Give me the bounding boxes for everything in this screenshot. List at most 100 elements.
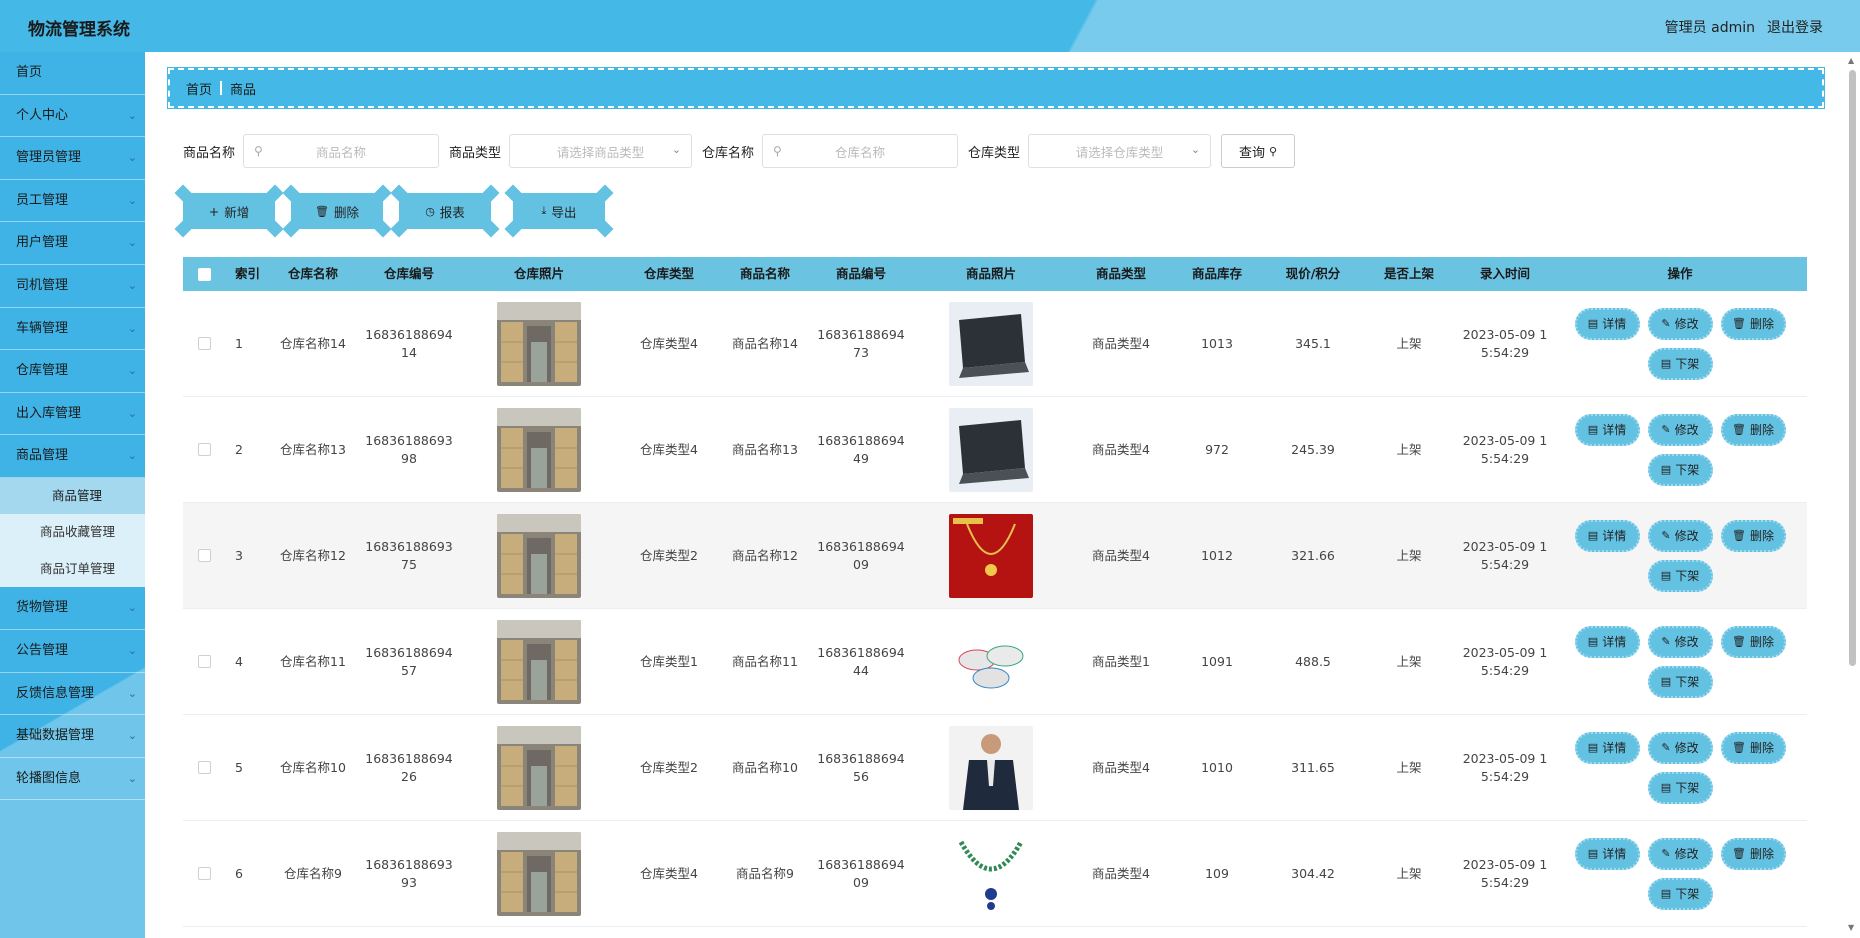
sidebar-subitem-2[interactable]: 商品订单管理 [0, 551, 145, 588]
sidebar-item-14[interactable]: 轮播图信息 ⌄ [0, 758, 145, 801]
row-checkbox[interactable] [197, 761, 211, 774]
row-actions: ▤ 详情 ✎ 修改 🗑 删除 ▤ 下架 [1565, 625, 1795, 698]
add-button[interactable]: + 新增 [174, 184, 284, 238]
row-checkbox[interactable] [197, 337, 211, 350]
unshelf-button[interactable]: ▤ 下架 [1647, 771, 1713, 804]
warehouse-photo [457, 301, 621, 386]
scroll-up-arrow-icon[interactable]: ▲ [1848, 56, 1854, 65]
sidebar-subitem-0[interactable]: 商品管理 [0, 477, 145, 515]
trash-icon: 🗑 [1732, 846, 1746, 860]
detail-button[interactable]: ▤ 详情 [1574, 519, 1640, 552]
breadcrumb-home[interactable]: 首页 [186, 79, 212, 98]
edit-button[interactable]: ✎ 修改 [1647, 519, 1713, 552]
detail-button[interactable]: ▤ 详情 [1574, 413, 1640, 446]
row-delete-button[interactable]: 🗑 删除 [1720, 837, 1786, 870]
delete-label: 删除 [333, 204, 359, 220]
warehouse-name-placeholder: 仓库名称 [835, 144, 886, 160]
cell-warehouse-no-line2: 14 [401, 344, 417, 360]
cell-operations: ▤ 详情 ✎ 修改 🗑 删除 ▤ 下架 [1553, 837, 1807, 910]
chevron-down-icon: ⌄ [127, 729, 137, 743]
cell-warehouse-no-line1: 16836188694 [365, 644, 453, 660]
unshelf-button[interactable]: ▤ 下架 [1647, 877, 1713, 910]
sidebar-item-9[interactable]: 商品管理 ⌄ [0, 435, 145, 478]
row-select-cell [183, 443, 225, 456]
sidebar-item-0[interactable]: 首页 [0, 52, 145, 95]
cell-price: 321.66 [1291, 547, 1335, 563]
unshelf-label: 下架 [1675, 780, 1700, 795]
sidebar-item-2[interactable]: 管理员管理 ⌄ [0, 137, 145, 180]
logout-link[interactable]: 退出登录 [1767, 17, 1823, 37]
sidebar-item-label: 车辆管理 [16, 320, 69, 336]
scroll-down-arrow-icon[interactable]: ▼ [1848, 923, 1854, 932]
row-actions: ▤ 详情 ✎ 修改 🗑 删除 ▤ 下架 [1565, 413, 1795, 486]
sidebar-item-3[interactable]: 员工管理 ⌄ [0, 180, 145, 223]
cell-goods-no: 16836188694 73 [813, 326, 909, 362]
goods-photo [909, 301, 1073, 386]
row-checkbox[interactable] [197, 867, 211, 880]
warehouse-name-input[interactable]: ⚲ 仓库名称 [762, 134, 959, 168]
col-stock: 商品库存 [1191, 266, 1242, 281]
sidebar-item-5[interactable]: 司机管理 ⌄ [0, 265, 145, 308]
document-icon: ▤ [1660, 886, 1672, 900]
sidebar-item-4[interactable]: 用户管理 ⌄ [0, 222, 145, 265]
sidebar-item-6[interactable]: 车辆管理 ⌄ [0, 308, 145, 351]
unshelf-button[interactable]: ▤ 下架 [1647, 665, 1713, 698]
report-button[interactable]: ◷ 报表 [390, 184, 500, 238]
goods-type-select[interactable]: 请选择商品类型 ⌄ [509, 134, 693, 168]
trash-icon: 🗑 [1732, 316, 1746, 330]
sidebar-item-8[interactable]: 出入库管理 ⌄ [0, 393, 145, 436]
sidebar-item-7[interactable]: 仓库管理 ⌄ [0, 350, 145, 393]
row-delete-button[interactable]: 🗑 删除 [1720, 625, 1786, 658]
edit-button[interactable]: ✎ 修改 [1647, 625, 1713, 658]
cell-goods-name: 商品名称12 [732, 547, 798, 563]
detail-button[interactable]: ▤ 详情 [1574, 731, 1640, 764]
detail-button[interactable]: ▤ 详情 [1574, 625, 1640, 658]
row-delete-button[interactable]: 🗑 删除 [1720, 731, 1786, 764]
select-all-checkbox[interactable] [197, 267, 211, 281]
col-warehouse-photo: 仓库照片 [513, 266, 564, 281]
sidebar-item-1[interactable]: 个人中心 ⌄ [0, 95, 145, 138]
cell-goods-no-line2: 56 [853, 768, 869, 784]
query-button[interactable]: 查询 ⚲ [1221, 134, 1296, 168]
cell-time-line2: 5:54:29 [1480, 450, 1530, 466]
sidebar-item-12[interactable]: 反馈信息管理 ⌄ [0, 673, 145, 716]
sidebar-item-label: 出入库管理 [16, 405, 82, 421]
scroll-thumb[interactable] [1849, 70, 1856, 666]
unshelf-button[interactable]: ▤ 下架 [1647, 347, 1713, 380]
unshelf-button[interactable]: ▤ 下架 [1647, 559, 1713, 592]
edit-button[interactable]: ✎ 修改 [1647, 731, 1713, 764]
chevron-down-icon: ⌄ [127, 601, 137, 615]
detail-button[interactable]: ▤ 详情 [1574, 307, 1640, 340]
edit-button[interactable]: ✎ 修改 [1647, 307, 1713, 340]
goods-photo [909, 619, 1073, 704]
current-user-label: 管理员 admin [1664, 20, 1755, 36]
row-checkbox[interactable] [197, 655, 211, 668]
cell-created-time: 2023-05-09 1 5:54:29 [1457, 326, 1553, 362]
delete-button[interactable]: 🗑 删除 [282, 184, 392, 238]
page-scrollbar[interactable]: ▲ ▼ [1847, 52, 1857, 938]
cell-on-shelf: 上架 [1396, 335, 1422, 351]
edit-button[interactable]: ✎ 修改 [1647, 413, 1713, 446]
warehouse-type-select[interactable]: 请选择仓库类型 ⌄ [1028, 134, 1212, 168]
unshelf-button[interactable]: ▤ 下架 [1647, 453, 1713, 486]
detail-button[interactable]: ▤ 详情 [1574, 837, 1640, 870]
sidebar-subitem-1[interactable]: 商品收藏管理 [0, 514, 145, 551]
goods-photo [909, 407, 1073, 492]
cell-created-time: 2023-05-09 1 5:54:29 [1457, 644, 1553, 680]
cell-time-line1: 2023-05-09 1 [1462, 856, 1548, 872]
row-select-cell [183, 337, 225, 350]
row-checkbox[interactable] [197, 443, 211, 456]
sidebar-item-10[interactable]: 货物管理 ⌄ [0, 587, 145, 631]
export-button[interactable]: ⤓ 导出 [504, 184, 614, 238]
table-row: 1 仓库名称14 16836188694 14 仓库类型4 商品名称14 168361886… [183, 291, 1807, 397]
table-row: 3 仓库名称12 16836188693 75 仓库类型2 商品名称12 168361886… [183, 503, 1807, 609]
sidebar-item-13[interactable]: 基础数据管理 ⌄ [0, 715, 145, 758]
row-delete-button[interactable]: 🗑 删除 [1720, 307, 1786, 340]
row-checkbox[interactable] [197, 549, 211, 562]
goods-name-input[interactable]: ⚲ 商品名称 [243, 134, 440, 168]
row-delete-button[interactable]: 🗑 删除 [1720, 519, 1786, 552]
sidebar-item-label: 仓库管理 [16, 363, 69, 379]
sidebar-item-11[interactable]: 公告管理 ⌄ [0, 630, 145, 673]
edit-button[interactable]: ✎ 修改 [1647, 837, 1713, 870]
row-delete-button[interactable]: 🗑 删除 [1720, 413, 1786, 446]
